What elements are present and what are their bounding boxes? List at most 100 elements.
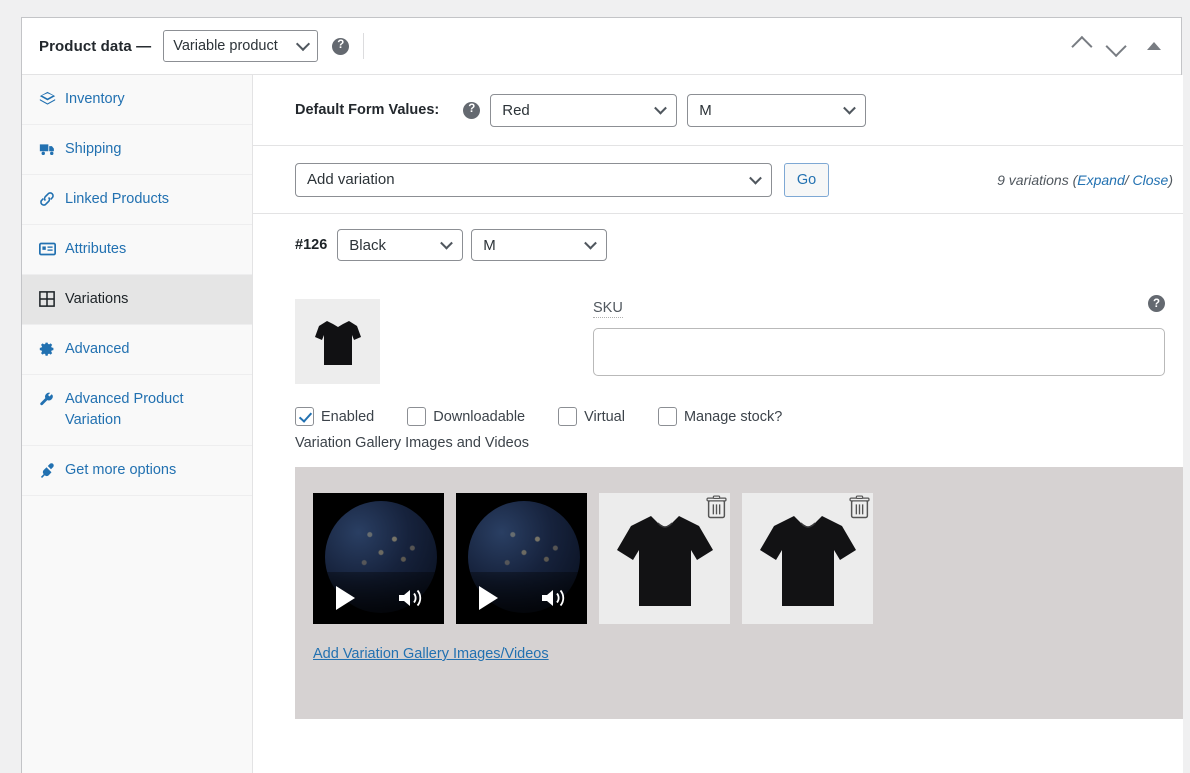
attributes-icon — [38, 240, 56, 258]
sku-block: ? SKU — [593, 295, 1183, 384]
inventory-icon — [38, 90, 56, 108]
link-icon — [38, 190, 56, 208]
variation-size-select[interactable]: M — [471, 229, 608, 261]
checkbox-box[interactable] — [657, 407, 677, 426]
grid-icon — [38, 290, 56, 308]
sku-input[interactable] — [593, 328, 1165, 376]
chevron-down-icon — [296, 36, 311, 52]
sidebar-item-get-more-options[interactable]: Get more options — [22, 446, 252, 497]
checkbox-box[interactable] — [407, 407, 427, 426]
sidebar-item-label: Shipping — [65, 141, 122, 158]
sidebar-item-linked-products[interactable]: Linked Products — [22, 175, 252, 226]
add-variation-value: Add variation — [307, 171, 395, 188]
collapse-panel-icon[interactable] — [1147, 42, 1161, 50]
checkbox-enabled[interactable]: Enabled — [295, 407, 374, 426]
variation-detail: ? SKU Enabled Downloadable Virtual Manag… — [253, 276, 1183, 719]
panel-order-controls — [1071, 35, 1167, 57]
variation-detail-top: ? SKU — [295, 276, 1183, 384]
default-size-select[interactable]: M — [687, 93, 867, 127]
variations-count: 9 variations (Expand/ Close) — [997, 171, 1173, 188]
gallery-thumbs — [313, 493, 1183, 624]
sku-label: SKU — [593, 300, 623, 318]
expand-link[interactable]: Expand — [1077, 172, 1124, 188]
gear-icon — [38, 340, 56, 358]
default-color-value: Red — [502, 101, 530, 119]
default-form-values-label: Default Form Values: — [295, 102, 440, 118]
sidebar-item-label: Attributes — [65, 241, 127, 258]
wrench-icon — [38, 390, 56, 408]
variation-gallery: Add Variation Gallery Images/Videos — [295, 467, 1183, 719]
header-divider — [363, 33, 365, 59]
go-button[interactable]: Go — [784, 162, 829, 197]
sidebar-item-advanced[interactable]: Advanced — [22, 325, 252, 376]
sidebar-item-inventory[interactable]: Inventory — [22, 75, 252, 126]
variation-thumbnail[interactable] — [295, 299, 380, 384]
checkbox-manage-stock[interactable]: Manage stock? — [657, 407, 783, 426]
chevron-down-icon — [749, 171, 762, 185]
checkbox-downloadable[interactable]: Downloadable — [407, 407, 525, 426]
default-color-select[interactable]: Red — [490, 93, 678, 127]
chevron-down-icon — [584, 236, 598, 250]
help-icon[interactable]: ? — [332, 37, 350, 55]
chevron-down-icon — [654, 101, 668, 115]
checkbox-label: Enabled — [321, 408, 375, 425]
gallery-item-video[interactable] — [456, 493, 587, 624]
black-tshirt-image — [616, 516, 713, 607]
checkbox-virtual[interactable]: Virtual — [558, 407, 625, 426]
checkbox-label: Manage stock? — [683, 408, 783, 425]
chevron-down-icon — [843, 101, 857, 115]
shipping-truck-icon — [38, 140, 56, 158]
product-type-value: Variable product — [173, 38, 278, 54]
sidebar-item-label: Variations — [65, 291, 129, 308]
links-separator: / — [1124, 171, 1129, 188]
sidebar-item-label: Linked Products — [65, 191, 169, 208]
variations-content: Default Form Values: ? Red M Add variati… — [253, 75, 1183, 773]
sidebar-item-label: Advanced Product Variation — [65, 391, 184, 429]
page-title: Product data — — [39, 37, 152, 55]
sidebar-item-attributes[interactable]: Attributes — [22, 225, 252, 276]
black-tshirt-thumbnail — [314, 320, 361, 365]
black-tshirt-image — [759, 516, 856, 607]
play-icon[interactable] — [336, 586, 355, 610]
plug-icon — [38, 461, 56, 479]
sidebar-item-advanced-product-variation[interactable]: Advanced Product Variation — [22, 375, 252, 447]
add-variation-row: Add variation Go 9 variations (Expand/ C… — [253, 146, 1183, 214]
gallery-item-image[interactable] — [599, 493, 730, 624]
move-down-icon[interactable] — [1105, 35, 1127, 57]
volume-icon[interactable] — [540, 587, 570, 609]
sidebar-item-label: Get more options — [65, 462, 177, 479]
product-data-panel: Product data — Variable product ? Invent… — [21, 17, 1183, 773]
sidebar-item-variations[interactable]: Variations — [22, 275, 252, 326]
gallery-section-title: Variation Gallery Images and Videos — [295, 435, 530, 451]
close-link[interactable]: Close — [1133, 172, 1169, 188]
checkbox-label: Downloadable — [433, 408, 526, 425]
product-data-screen: Product data — Variable product ? Invent… — [0, 0, 1190, 773]
delete-icon[interactable] — [706, 495, 727, 519]
default-size-value: M — [699, 101, 712, 119]
volume-icon[interactable] — [397, 587, 427, 609]
sidebar-item-label: Inventory — [65, 91, 125, 107]
gallery-item-image[interactable] — [742, 493, 873, 624]
sidebar-item-label: Advanced — [65, 341, 130, 358]
checkbox-box[interactable] — [295, 407, 314, 426]
move-up-icon[interactable] — [1071, 35, 1093, 57]
variation-color-select[interactable]: Black — [337, 229, 464, 261]
checkbox-label: Virtual — [584, 408, 625, 425]
gallery-item-video[interactable] — [313, 493, 444, 624]
chevron-down-icon — [440, 236, 454, 250]
variation-size-value: M — [483, 236, 496, 254]
variation-header-row: #126 Black M — [253, 214, 1183, 276]
variation-flags: Enabled Downloadable Virtual Manage stoc… — [295, 407, 1183, 426]
help-icon[interactable]: ? — [463, 101, 481, 119]
product-data-tabs: Inventory Shipping Linked Products Attri… — [22, 75, 253, 773]
add-variation-select[interactable]: Add variation — [295, 162, 772, 197]
help-icon[interactable]: ? — [1148, 295, 1165, 312]
play-icon[interactable] — [479, 586, 498, 610]
checkbox-box[interactable] — [558, 407, 578, 426]
product-type-select[interactable]: Variable product — [163, 30, 319, 62]
add-gallery-media-link[interactable]: Add Variation Gallery Images/Videos — [313, 646, 549, 662]
delete-icon[interactable] — [849, 495, 870, 519]
variation-color-value: Black — [349, 236, 386, 254]
variation-id: #126 — [295, 237, 328, 253]
sidebar-item-shipping[interactable]: Shipping — [22, 125, 252, 176]
